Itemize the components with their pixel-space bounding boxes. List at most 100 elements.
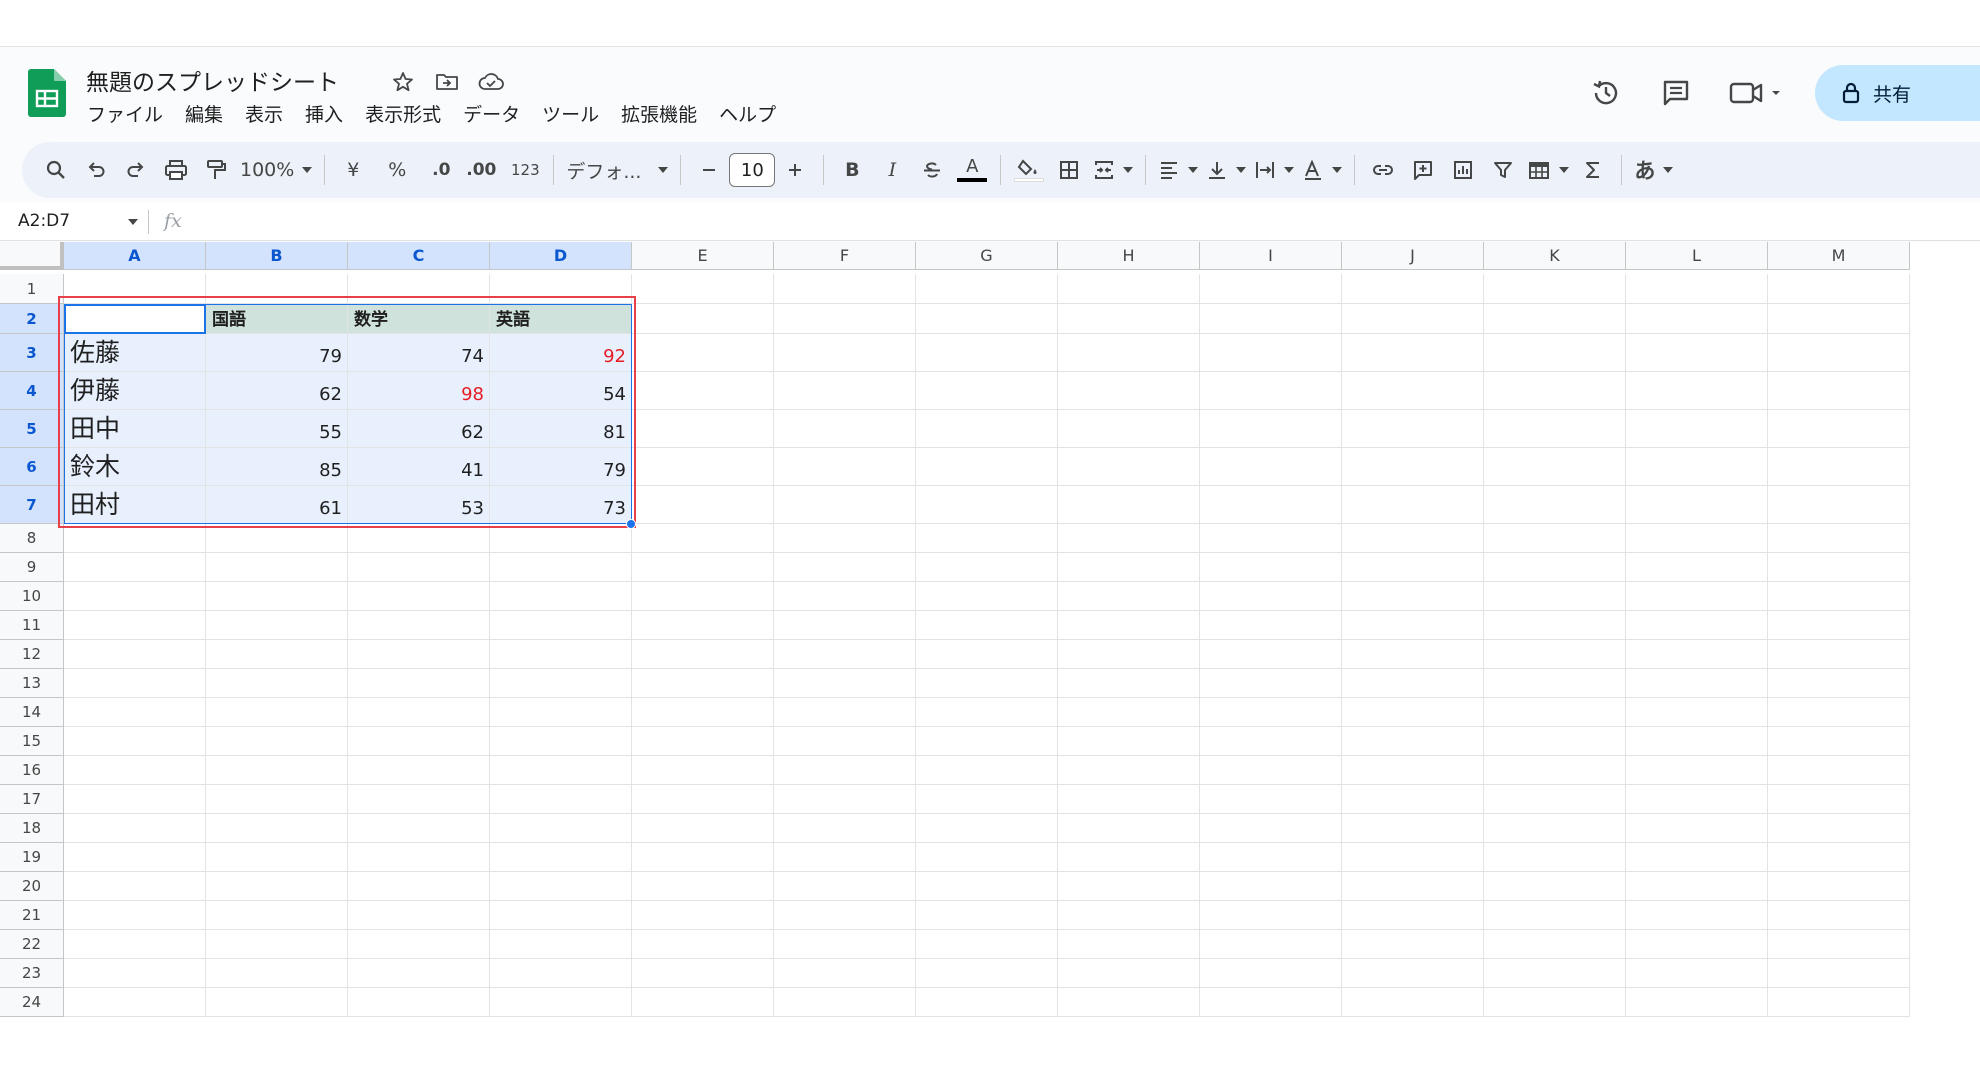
document-title[interactable]: 無題のスプレッドシート [86, 63, 339, 97]
grid-cell[interactable] [1342, 988, 1484, 1017]
grid-cell[interactable] [774, 640, 916, 669]
grid-cell[interactable] [348, 274, 490, 304]
grid-cell[interactable] [206, 727, 348, 756]
paint-format-icon[interactable] [196, 150, 236, 190]
grid-cell[interactable] [632, 304, 774, 334]
grid-cell[interactable] [1768, 698, 1910, 727]
grid-cell[interactable] [1058, 611, 1200, 640]
grid-cell[interactable] [1484, 727, 1626, 756]
grid-cell[interactable] [1768, 640, 1910, 669]
grid-cell[interactable] [1626, 372, 1768, 410]
grid-cell[interactable] [206, 814, 348, 843]
grid-cell[interactable] [1342, 669, 1484, 698]
grid-cell[interactable] [774, 843, 916, 872]
grid-cell[interactable] [1626, 553, 1768, 582]
grid-cell[interactable] [774, 756, 916, 785]
column-header[interactable]: F [774, 242, 916, 270]
grid-cell[interactable] [916, 524, 1058, 553]
grid-cell[interactable] [1342, 959, 1484, 988]
grid-cell[interactable] [1058, 814, 1200, 843]
grid-cell[interactable] [1484, 901, 1626, 930]
grid-cell[interactable] [490, 611, 632, 640]
column-header[interactable]: L [1626, 242, 1768, 270]
column-header[interactable]: A [64, 242, 206, 270]
version-history-icon[interactable] [1581, 68, 1631, 118]
menu-file[interactable]: ファイル [76, 98, 174, 129]
grid-cell[interactable] [1768, 448, 1910, 486]
grid-cell[interactable] [1058, 843, 1200, 872]
grid-cell[interactable] [632, 372, 774, 410]
student-name-cell[interactable]: 田中 [64, 410, 206, 448]
grid-cell[interactable] [1058, 274, 1200, 304]
grid-cell[interactable] [774, 611, 916, 640]
grid-cell[interactable] [774, 334, 916, 372]
grid-cell[interactable] [774, 814, 916, 843]
grid-cell[interactable] [1768, 727, 1910, 756]
grid-cell[interactable] [774, 486, 916, 524]
redo-icon[interactable] [116, 150, 156, 190]
column-header[interactable]: M [1768, 242, 1910, 270]
grid-cell[interactable] [774, 582, 916, 611]
grid-cell[interactable] [64, 698, 206, 727]
row-header[interactable]: 13 [0, 669, 64, 698]
fill-handle[interactable] [626, 519, 636, 529]
grid-cell[interactable] [916, 901, 1058, 930]
grid-cell[interactable] [1626, 814, 1768, 843]
grid-cell[interactable] [64, 553, 206, 582]
grid-cell[interactable] [774, 448, 916, 486]
grid-cell[interactable] [1626, 486, 1768, 524]
grid-cell[interactable] [1200, 448, 1342, 486]
grid-cell[interactable] [1626, 785, 1768, 814]
grid-cell[interactable] [1342, 524, 1484, 553]
grid-cell[interactable] [1200, 372, 1342, 410]
grid-cell[interactable] [916, 785, 1058, 814]
grid-cell[interactable] [1200, 524, 1342, 553]
grid-cell[interactable] [916, 988, 1058, 1017]
grid-cell[interactable] [348, 785, 490, 814]
score-cell[interactable]: 54 [490, 372, 632, 410]
grid-cell[interactable] [1768, 372, 1910, 410]
grid-cell[interactable] [1626, 959, 1768, 988]
increase-font-size-button[interactable] [775, 150, 815, 190]
grid-cell[interactable] [632, 843, 774, 872]
grid-cell[interactable] [206, 640, 348, 669]
grid-cell[interactable] [1342, 582, 1484, 611]
grid-cell[interactable] [1626, 582, 1768, 611]
grid-cell[interactable] [64, 814, 206, 843]
grid-cell[interactable] [1484, 410, 1626, 448]
grid-cell[interactable] [1768, 930, 1910, 959]
grid-cell[interactable] [1768, 814, 1910, 843]
font-size-input[interactable]: 10 [729, 153, 776, 187]
grid-cell[interactable] [1484, 640, 1626, 669]
grid-cell[interactable] [1342, 274, 1484, 304]
grid-cell[interactable] [916, 669, 1058, 698]
grid-cell[interactable] [1768, 669, 1910, 698]
grid-cell[interactable] [206, 872, 348, 901]
grid-cell[interactable] [632, 959, 774, 988]
grid-cell[interactable] [1626, 334, 1768, 372]
active-cell[interactable] [64, 304, 206, 334]
print-icon[interactable] [156, 150, 196, 190]
grid-cell[interactable] [632, 727, 774, 756]
grid-cell[interactable] [1200, 988, 1342, 1017]
grid-cell[interactable] [1342, 872, 1484, 901]
grid-cell[interactable] [774, 553, 916, 582]
row-header[interactable]: 19 [0, 843, 64, 872]
row-header[interactable]: 4 [0, 372, 64, 410]
grid-cell[interactable] [64, 959, 206, 988]
row-header[interactable]: 24 [0, 988, 64, 1017]
grid-cell[interactable] [1200, 785, 1342, 814]
grid-cell[interactable] [632, 448, 774, 486]
row-header[interactable]: 9 [0, 553, 64, 582]
grid-cell[interactable] [1058, 785, 1200, 814]
student-name-cell[interactable]: 伊藤 [64, 372, 206, 410]
grid-cell[interactable] [348, 524, 490, 553]
grid-cell[interactable] [1200, 334, 1342, 372]
grid-cell[interactable] [1058, 582, 1200, 611]
grid-cell[interactable] [1626, 524, 1768, 553]
grid-cell[interactable] [916, 372, 1058, 410]
grid-cell[interactable] [1200, 727, 1342, 756]
score-cell[interactable]: 98 [348, 372, 490, 410]
grid-cell[interactable] [490, 640, 632, 669]
grid-cell[interactable] [774, 959, 916, 988]
